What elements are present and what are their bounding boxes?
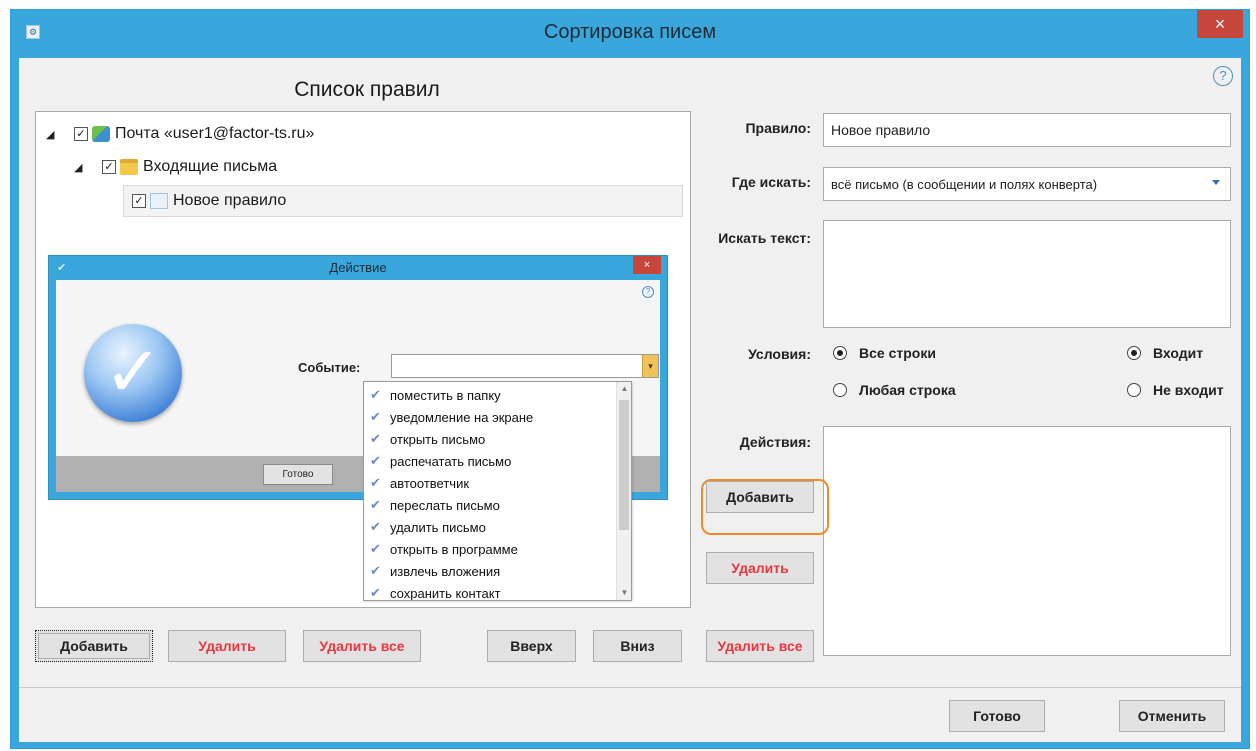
check-icon: ✔ bbox=[370, 431, 381, 446]
radio-any-line[interactable]: Любая строка bbox=[833, 382, 956, 398]
folder-icon bbox=[120, 159, 138, 175]
check-icon: ✔ bbox=[370, 541, 381, 556]
dropdown-option[interactable]: ✔ уведомление на экране bbox=[370, 406, 533, 428]
radio-button-icon[interactable] bbox=[833, 383, 847, 397]
tree-item-rule[interactable]: ✓ Новое правило bbox=[123, 185, 683, 217]
search-text-input[interactable] bbox=[823, 220, 1231, 328]
move-up-button[interactable]: Вверх bbox=[487, 630, 576, 662]
dropdown-option[interactable]: ✔ удалить письмо bbox=[370, 516, 486, 538]
delete-all-rules-button[interactable]: Удалить все bbox=[303, 630, 421, 662]
search-text-label: Искать текст: bbox=[718, 230, 811, 246]
radio-not-contains-label: Не входит bbox=[1153, 382, 1224, 398]
action-dialog-title-bar: ✔ Действие × bbox=[49, 256, 667, 280]
rules-list-title: Список правил bbox=[294, 78, 440, 101]
tree-item-account[interactable]: ◢ ✓ Почта «user1@factor-ts.ru» bbox=[46, 122, 314, 146]
radio-not-contains[interactable]: Не входит bbox=[1127, 382, 1224, 398]
rule-name-label: Правило: bbox=[745, 120, 811, 136]
cancel-button[interactable]: Отменить bbox=[1119, 700, 1225, 732]
radio-button-icon[interactable] bbox=[1127, 383, 1141, 397]
check-icon: ✔ bbox=[370, 387, 381, 402]
delete-action-button[interactable]: Удалить bbox=[706, 552, 814, 584]
add-action-button[interactable]: Добавить bbox=[706, 481, 814, 513]
dropdown-option[interactable]: ✔ автоответчик bbox=[370, 472, 469, 494]
dropdown-scrollbar[interactable]: ▲ ▼ bbox=[616, 382, 631, 600]
actions-list[interactable] bbox=[823, 426, 1231, 656]
event-label: Событие: bbox=[298, 360, 361, 375]
mail-account-icon bbox=[92, 126, 110, 142]
delete-rule-button[interactable]: Удалить bbox=[168, 630, 286, 662]
dropdown-option[interactable]: ✔ извлечь вложения bbox=[370, 560, 500, 582]
check-icon: ✔ bbox=[370, 475, 381, 490]
rule-name-value: Новое правило bbox=[831, 122, 931, 138]
help-icon[interactable]: ? bbox=[1213, 66, 1233, 86]
radio-all-lines[interactable]: Все строки bbox=[833, 345, 936, 361]
search-where-select[interactable]: всё письмо (в сообщении и полях конверта… bbox=[823, 167, 1231, 201]
big-checkmark-icon: ✓ bbox=[84, 324, 182, 422]
check-icon: ✔ bbox=[370, 409, 381, 424]
dropdown-option[interactable]: ✔ переслать письмо bbox=[370, 494, 500, 516]
actions-label: Действия: bbox=[739, 434, 811, 450]
radio-any-line-label: Любая строка bbox=[859, 382, 956, 398]
delete-all-actions-button[interactable]: Удалить все bbox=[706, 630, 814, 662]
check-icon: ✔ bbox=[370, 585, 381, 600]
dropdown-option[interactable]: ✔ открыть письмо bbox=[370, 428, 485, 450]
scroll-down-icon[interactable]: ▼ bbox=[617, 586, 631, 600]
account-label: Почта «user1@factor-ts.ru» bbox=[115, 125, 315, 142]
scrollbar-thumb[interactable] bbox=[619, 400, 629, 530]
folder-label: Входящие письма bbox=[143, 158, 278, 175]
add-rule-button[interactable]: Добавить bbox=[35, 630, 153, 662]
radio-contains-label: Входит bbox=[1153, 345, 1204, 361]
tree-item-folder[interactable]: ◢ ✓ Входящие письма bbox=[74, 155, 277, 179]
radio-button-icon[interactable] bbox=[833, 346, 847, 360]
close-button[interactable]: × bbox=[1197, 10, 1243, 38]
footer-divider bbox=[19, 687, 1241, 688]
main-window: ⚙ Сортировка писем × ? Список правил ◢ ✓… bbox=[10, 9, 1250, 749]
move-down-button[interactable]: Вниз bbox=[593, 630, 682, 662]
radio-contains[interactable]: Входит bbox=[1127, 345, 1203, 361]
action-dialog-ok-button[interactable]: Готово bbox=[263, 464, 333, 485]
search-where-value: всё письмо (в сообщении и полях конверта… bbox=[831, 176, 1098, 192]
collapse-arrow-icon[interactable]: ◢ bbox=[74, 161, 88, 174]
radio-button-icon[interactable] bbox=[1127, 346, 1141, 360]
event-dropdown-list[interactable]: ✔ поместить в папку ✔ уведомление на экран… bbox=[363, 381, 632, 601]
event-select[interactable]: ▾ bbox=[391, 354, 659, 378]
folder-checkbox[interactable]: ✓ bbox=[102, 160, 116, 174]
title-bar: ⚙ Сортировка писем × bbox=[11, 10, 1249, 58]
collapse-arrow-icon[interactable]: ◢ bbox=[46, 128, 60, 141]
rule-label: Новое правило bbox=[173, 192, 287, 209]
action-dialog-close-button[interactable]: × bbox=[633, 256, 661, 274]
dropdown-option[interactable]: ✔ распечатать письмо bbox=[370, 450, 511, 472]
dropdown-arrow-icon[interactable]: ▾ bbox=[642, 355, 658, 377]
help-icon[interactable]: ? bbox=[642, 286, 654, 298]
rule-name-input[interactable]: Новое правило bbox=[823, 113, 1231, 147]
check-icon: ✔ bbox=[370, 563, 381, 578]
action-dialog-title: Действие bbox=[329, 260, 387, 275]
dropdown-option[interactable]: ✔ сохранить контакт bbox=[370, 582, 501, 600]
radio-all-lines-label: Все строки bbox=[859, 345, 936, 361]
dropdown-arrow-icon[interactable] bbox=[1212, 180, 1220, 185]
scroll-up-icon[interactable]: ▲ bbox=[617, 382, 631, 396]
conditions-label: Условия: bbox=[748, 346, 811, 362]
account-checkbox[interactable]: ✓ bbox=[74, 127, 88, 141]
search-where-label: Где искать: bbox=[731, 174, 811, 190]
dropdown-option[interactable]: ✔ поместить в папку bbox=[370, 384, 501, 406]
dropdown-option[interactable]: ✔ открыть в программе bbox=[370, 538, 518, 560]
check-icon: ✔ bbox=[370, 453, 381, 468]
ok-button[interactable]: Готово bbox=[949, 700, 1045, 732]
window-title: Сортировка писем bbox=[543, 21, 717, 43]
check-icon: ✔ bbox=[370, 519, 381, 534]
rule-checkbox[interactable]: ✓ bbox=[132, 194, 146, 208]
check-icon: ✔ bbox=[370, 497, 381, 512]
rule-icon bbox=[150, 193, 168, 209]
